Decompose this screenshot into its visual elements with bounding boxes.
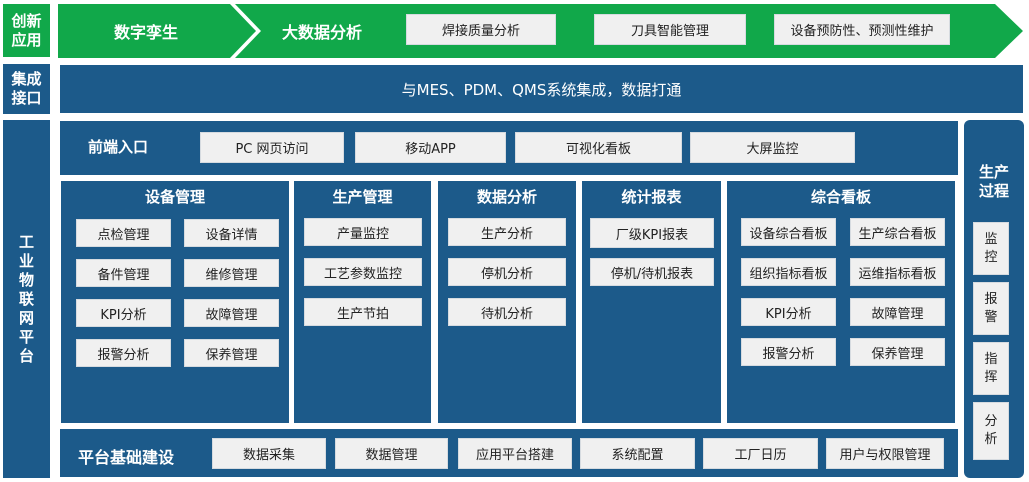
process-command-char: 挥 xyxy=(984,369,998,385)
user-permission-management[interactable]: 用户与权限管理 xyxy=(826,438,944,469)
integration-label: 集成 接口 xyxy=(3,64,50,114)
integration-bar: 与MES、PDM、QMS系统集成，数据打通 xyxy=(60,65,1023,113)
process-alarm[interactable]: 报 警 xyxy=(973,282,1009,335)
process-monitor-char: 监 xyxy=(984,231,998,247)
big-screen-monitor[interactable]: 大屏监控 xyxy=(690,132,855,163)
tool-intelligent-management[interactable]: 刀具智能管理 xyxy=(594,14,746,45)
inspection-management[interactable]: 点检管理 xyxy=(76,219,171,247)
repair-management[interactable]: 维修管理 xyxy=(184,259,279,287)
innovation-label-line-1: 创新 xyxy=(11,11,42,30)
dashboard-title: 综合看板 xyxy=(810,187,871,206)
process-monitor-char: 控 xyxy=(984,249,998,265)
foundation-title: 平台基础建设 xyxy=(78,448,175,467)
production-title: 生产管理 xyxy=(332,187,393,206)
system-configuration[interactable]: 系统配置 xyxy=(580,438,695,469)
output-monitoring[interactable]: 产量监控 xyxy=(304,218,422,246)
process-analysis-char: 分 xyxy=(984,414,998,429)
mobile-app[interactable]: 移动APP xyxy=(355,132,506,163)
equipment-details[interactable]: 设备详情 xyxy=(184,219,279,247)
process-alarm-char: 报 xyxy=(984,291,998,307)
iot-platform-label: 工 业 物 联 网 平 台 xyxy=(3,120,50,478)
data-management[interactable]: 数据管理 xyxy=(335,438,448,469)
process-title-line-2: 过程 xyxy=(978,182,1009,200)
big-data-label: 大数据分析 xyxy=(281,23,362,42)
process-analysis-char: 析 xyxy=(984,432,998,447)
app-platform-building[interactable]: 应用平台搭建 xyxy=(458,438,572,469)
innovation-label: 创新 应用 xyxy=(3,4,50,57)
operations-kpi-board[interactable]: 运维指标看板 xyxy=(850,258,945,286)
dashboard-maintenance-management[interactable]: 保养管理 xyxy=(850,338,945,366)
iot-label-char: 工 xyxy=(18,232,34,251)
production-analysis[interactable]: 生产分析 xyxy=(448,218,566,246)
digital-twin-label: 数字孪生 xyxy=(113,23,178,42)
process-title-line-1: 生产 xyxy=(978,163,1009,181)
fault-management[interactable]: 故障管理 xyxy=(184,299,279,327)
equipment-dashboard[interactable]: 设备综合看板 xyxy=(741,218,836,246)
kpi-analysis[interactable]: KPI分析 xyxy=(76,299,171,327)
predictive-maintenance[interactable]: 设备预防性、预测性维护 xyxy=(774,14,950,45)
dashboard-alarm-analysis[interactable]: 报警分析 xyxy=(741,338,836,366)
production-dashboard[interactable]: 生产综合看板 xyxy=(850,218,945,246)
analysis-title: 数据分析 xyxy=(476,187,537,206)
process-command[interactable]: 指 挥 xyxy=(973,342,1009,395)
maintenance-management[interactable]: 保养管理 xyxy=(184,339,279,367)
dashboard-fault-management[interactable]: 故障管理 xyxy=(850,298,945,326)
iot-label-char: 物 xyxy=(18,270,34,289)
process-command-char: 指 xyxy=(984,351,998,367)
dashboard-kpi-analysis[interactable]: KPI分析 xyxy=(741,298,836,326)
visual-board[interactable]: 可视化看板 xyxy=(515,132,682,163)
iot-label-char: 联 xyxy=(18,289,34,308)
alarm-analysis[interactable]: 报警分析 xyxy=(76,339,171,367)
data-collection[interactable]: 数据采集 xyxy=(212,438,326,469)
equipment-title: 设备管理 xyxy=(144,187,205,206)
frontend-title: 前端入口 xyxy=(88,138,149,156)
process-analysis[interactable]: 分 析 xyxy=(973,402,1009,460)
iot-label-char: 网 xyxy=(18,308,34,327)
production-takt[interactable]: 生产节拍 xyxy=(304,298,422,326)
reports-title: 统计报表 xyxy=(621,187,682,206)
iot-label-char: 台 xyxy=(18,346,34,365)
spare-parts-management[interactable]: 备件管理 xyxy=(76,259,171,287)
process-monitor[interactable]: 监 控 xyxy=(973,222,1009,275)
downtime-analysis[interactable]: 停机分析 xyxy=(448,258,566,286)
standby-analysis[interactable]: 待机分析 xyxy=(448,298,566,326)
welding-quality-analysis[interactable]: 焊接质量分析 xyxy=(406,14,556,45)
downtime-standby-report[interactable]: 停机/待机报表 xyxy=(590,258,714,286)
factory-kpi-report[interactable]: 厂级KPI报表 xyxy=(590,218,714,248)
organization-kpi-board[interactable]: 组织指标看板 xyxy=(741,258,836,286)
process-parameter-monitoring[interactable]: 工艺参数监控 xyxy=(304,258,422,286)
pc-web-access[interactable]: PC 网页访问 xyxy=(200,132,344,163)
innovation-label-line-2: 应用 xyxy=(11,30,42,49)
factory-calendar[interactable]: 工厂日历 xyxy=(703,438,818,469)
process-alarm-char: 警 xyxy=(984,309,998,325)
integration-label-line-2: 接口 xyxy=(11,89,42,107)
iot-label-char: 平 xyxy=(18,327,34,346)
integration-label-line-1: 集成 xyxy=(11,70,42,88)
process-title: 生产 过程 xyxy=(964,160,1024,204)
iot-label-char: 业 xyxy=(18,251,34,270)
